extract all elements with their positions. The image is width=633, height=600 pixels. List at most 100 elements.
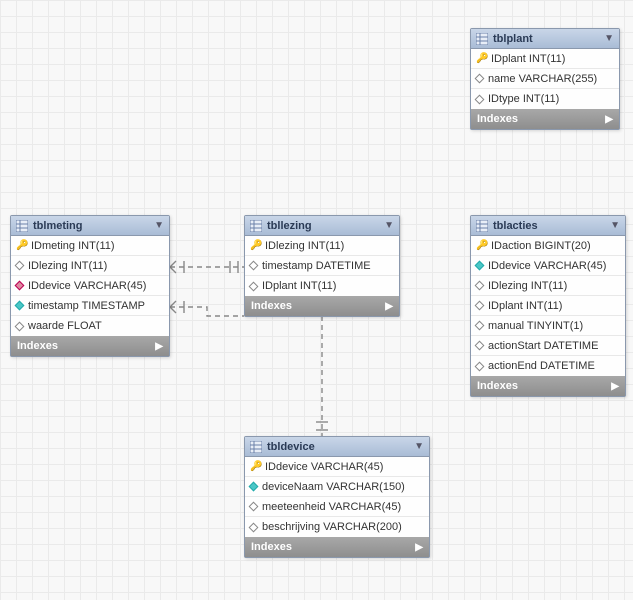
column-label: IDplant INT(11) <box>262 280 336 292</box>
column-row[interactable]: IDdevice VARCHAR(45) <box>471 256 625 276</box>
column-row[interactable]: IDplant INT(11) <box>471 296 625 316</box>
indexes-bar[interactable]: Indexes ▶ <box>471 376 625 396</box>
column-row[interactable]: timestamp TIMESTAMP <box>11 296 169 316</box>
table-tblmeting[interactable]: tblmeting ▼ 🔑 IDmeting INT(11) IDlezing IN… <box>10 215 170 357</box>
indexes-bar[interactable]: Indexes ▶ <box>471 109 619 129</box>
column-label: actionStart DATETIME <box>488 340 598 352</box>
column-row[interactable]: IDplant INT(11) <box>245 276 399 296</box>
collapse-icon[interactable]: ▼ <box>604 33 614 44</box>
column-row[interactable]: IDtype INT(11) <box>471 89 619 109</box>
indexes-label: Indexes <box>17 340 58 352</box>
column-label: IDplant INT(11) <box>488 300 562 312</box>
table-icon <box>16 220 28 232</box>
expand-icon[interactable]: ▶ <box>155 341 163 352</box>
column-row[interactable]: timestamp DATETIME <box>245 256 399 276</box>
primary-key-icon: 🔑 <box>476 54 486 64</box>
columns: 🔑 IDaction BIGINT(20) IDdevice VARCHAR(45)… <box>471 236 625 376</box>
columns: 🔑IDplant INT(11)name VARCHAR(255)IDtype … <box>471 49 619 109</box>
column-type-icon <box>15 301 25 311</box>
collapse-icon[interactable]: ▼ <box>414 441 424 452</box>
column-label: timestamp DATETIME <box>262 260 371 272</box>
expand-icon[interactable]: ▶ <box>415 542 423 553</box>
expand-icon[interactable]: ▶ <box>385 301 393 312</box>
indexes-label: Indexes <box>477 113 518 125</box>
column-type-icon <box>475 341 485 351</box>
table-icon <box>476 220 488 232</box>
indexes-bar[interactable]: Indexes ▶ <box>245 296 399 316</box>
column-row[interactable]: deviceNaam VARCHAR(150) <box>245 477 429 497</box>
column-label: meeteenheid VARCHAR(45) <box>262 501 401 513</box>
column-type-icon <box>249 482 259 492</box>
column-row[interactable]: actionEnd DATETIME <box>471 356 625 376</box>
column-label: IDlezing INT(11) <box>28 260 107 272</box>
column-type-icon <box>249 281 259 291</box>
column-label: IDmeting INT(11) <box>31 240 115 252</box>
column-row[interactable]: IDlezing INT(11) <box>11 256 169 276</box>
indexes-bar[interactable]: Indexes ▶ <box>11 336 169 356</box>
indexes-bar[interactable]: Indexes ▶ <box>245 537 429 557</box>
column-row[interactable]: IDdevice VARCHAR(45) <box>11 276 169 296</box>
column-type-icon <box>475 74 485 84</box>
table-header[interactable]: tblacties ▼ <box>471 216 625 236</box>
column-label: IDlezing INT(11) <box>488 280 567 292</box>
primary-key-icon: 🔑 <box>16 241 26 251</box>
column-row[interactable]: name VARCHAR(255) <box>471 69 619 89</box>
primary-key-icon: 🔑 <box>250 241 260 251</box>
table-icon <box>476 33 488 45</box>
column-row[interactable]: IDlezing INT(11) <box>471 276 625 296</box>
column-type-icon <box>475 321 485 331</box>
column-type-icon <box>475 94 485 104</box>
columns: 🔑IDdevice VARCHAR(45) deviceNaam VARCHAR(… <box>245 457 429 537</box>
column-row[interactable]: waarde FLOAT <box>11 316 169 336</box>
table-header[interactable]: tblplant ▼ <box>471 29 619 49</box>
table-title: tblacties <box>493 220 538 232</box>
table-tblacties[interactable]: tblacties ▼ 🔑 IDaction BIGINT(20) IDdevice… <box>470 215 626 397</box>
column-type-icon <box>15 261 25 271</box>
indexes-label: Indexes <box>477 380 518 392</box>
table-header[interactable]: tblmeting ▼ <box>11 216 169 236</box>
table-tbllezing[interactable]: tbllezing ▼ 🔑 IDlezing INT(11) timestamp D… <box>244 215 400 317</box>
column-label: timestamp TIMESTAMP <box>28 300 145 312</box>
column-label: beschrijving VARCHAR(200) <box>262 521 402 533</box>
table-title: tblplant <box>493 33 533 45</box>
column-row[interactable]: 🔑 IDaction BIGINT(20) <box>471 236 625 256</box>
column-row[interactable]: 🔑 IDlezing INT(11) <box>245 236 399 256</box>
column-row[interactable]: actionStart DATETIME <box>471 336 625 356</box>
table-title: tbldevice <box>267 441 315 453</box>
column-row[interactable]: beschrijving VARCHAR(200) <box>245 517 429 537</box>
primary-key-icon: 🔑 <box>476 241 486 251</box>
columns: 🔑 IDlezing INT(11) timestamp DATETIME IDpla… <box>245 236 399 296</box>
table-header[interactable]: tbllezing ▼ <box>245 216 399 236</box>
expand-icon[interactable]: ▶ <box>605 114 613 125</box>
column-row[interactable]: manual TINYINT(1) <box>471 316 625 336</box>
indexes-label: Indexes <box>251 541 292 553</box>
column-label: IDdevice VARCHAR(45) <box>488 260 606 272</box>
collapse-icon[interactable]: ▼ <box>154 220 164 231</box>
column-type-icon <box>475 281 485 291</box>
column-type-icon <box>475 361 485 371</box>
column-type-icon <box>249 261 259 271</box>
column-row[interactable]: 🔑IDdevice VARCHAR(45) <box>245 457 429 477</box>
collapse-icon[interactable]: ▼ <box>384 220 394 231</box>
table-icon <box>250 220 262 232</box>
columns: 🔑 IDmeting INT(11) IDlezing INT(11) IDdevic… <box>11 236 169 336</box>
column-row[interactable]: 🔑IDplant INT(11) <box>471 49 619 69</box>
column-label: deviceNaam VARCHAR(150) <box>262 481 405 493</box>
expand-icon[interactable]: ▶ <box>611 381 619 392</box>
table-tbldevice[interactable]: tbldevice ▼ 🔑IDdevice VARCHAR(45) deviceN… <box>244 436 430 558</box>
column-label: waarde FLOAT <box>28 320 102 332</box>
table-header[interactable]: tbldevice ▼ <box>245 437 429 457</box>
collapse-icon[interactable]: ▼ <box>610 220 620 231</box>
column-label: actionEnd DATETIME <box>488 360 595 372</box>
column-type-icon <box>15 321 25 331</box>
column-label: IDaction BIGINT(20) <box>491 240 591 252</box>
table-icon <box>250 441 262 453</box>
column-label: manual TINYINT(1) <box>488 320 583 332</box>
table-title: tbllezing <box>267 220 312 232</box>
column-label: IDdevice VARCHAR(45) <box>28 280 146 292</box>
column-row[interactable]: 🔑 IDmeting INT(11) <box>11 236 169 256</box>
column-type-icon <box>15 281 25 291</box>
table-tblplant[interactable]: tblplant ▼ 🔑IDplant INT(11)name VARCHAR(… <box>470 28 620 130</box>
column-label: IDlezing INT(11) <box>265 240 344 252</box>
column-row[interactable]: meeteenheid VARCHAR(45) <box>245 497 429 517</box>
